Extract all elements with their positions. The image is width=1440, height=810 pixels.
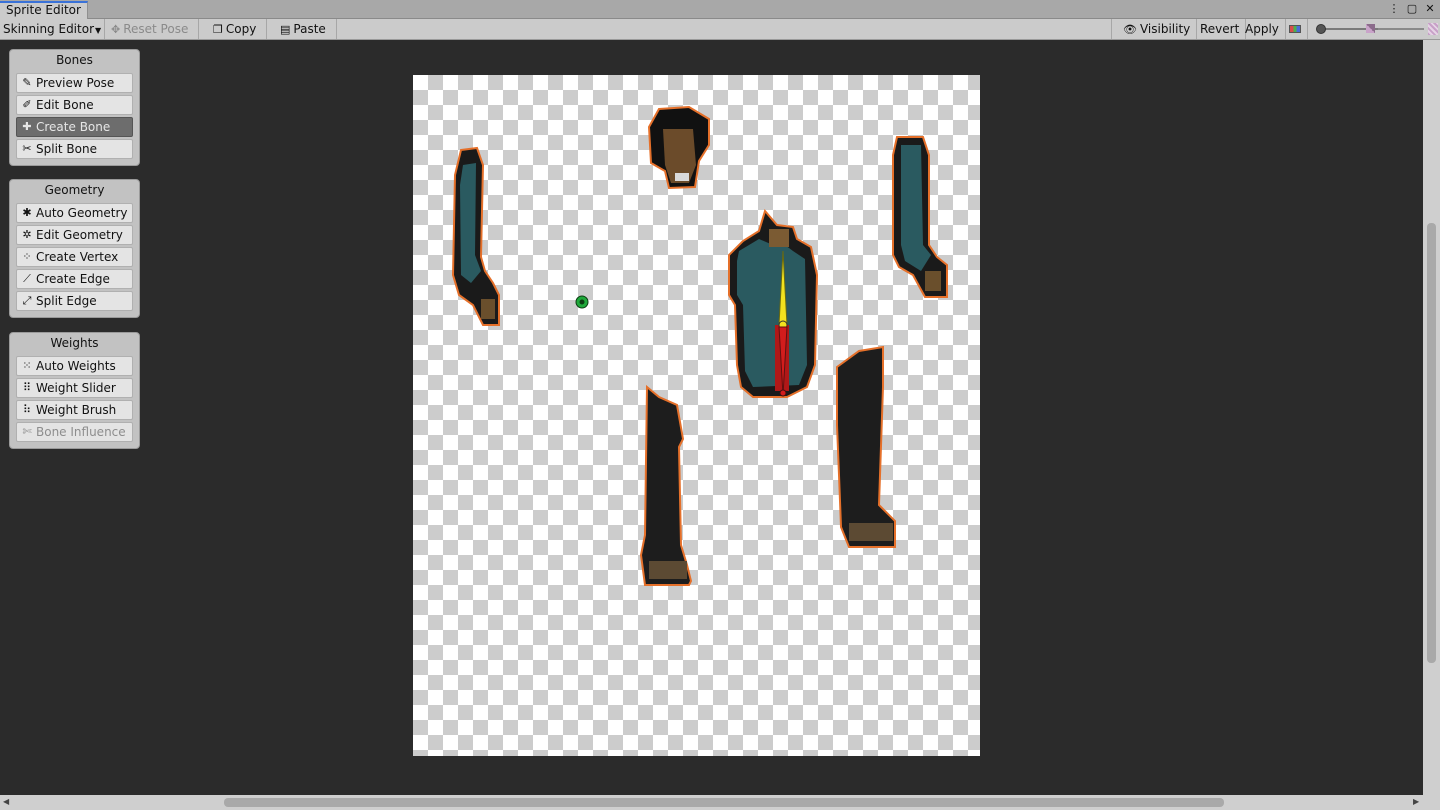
vertical-scrollbar-thumb[interactable] [1427,223,1436,663]
preview-pose-label: Preview Pose [36,76,115,90]
bone-influence-icon: ✄ [22,425,32,438]
horizontal-scrollbar[interactable]: ◀ ▶ [0,795,1440,810]
close-icon[interactable]: ✕ [1424,2,1436,16]
preview-pose-button[interactable]: ✎ Preview Pose [16,73,133,93]
edit-geometry-icon: ✲ [22,228,32,241]
mip-level-icon [1366,24,1375,33]
weights-panel: Weights ⁙ Auto Weights ⠿ Weight Slider ⠷ We… [9,332,140,449]
apply-button[interactable]: Apply [1239,19,1286,39]
mode-label: Skinning Editor [3,22,94,36]
paste-icon: ▤ [280,23,291,36]
preview-pose-icon: ✎ [22,76,32,89]
auto-geometry-label: Auto Geometry [36,206,128,220]
sprite-left-leg[interactable] [639,384,693,586]
split-bone-button[interactable]: ✂ Split Bone [16,139,133,159]
split-edge-icon: ⤢ [22,294,32,307]
edit-bone-button[interactable]: ✐ Edit Bone [16,95,133,115]
weights-panel-title: Weights [50,336,99,350]
weight-brush-button[interactable]: ⠷ Weight Brush [16,400,133,420]
mip-level-slider[interactable] [1378,28,1424,30]
geometry-panel-title: Geometry [44,183,105,197]
bone-influence-button[interactable]: ✄ Bone Influence [16,422,133,442]
edit-geometry-label: Edit Geometry [36,228,123,242]
sprite-sheet[interactable] [413,75,980,756]
auto-weights-icon: ⁙ [22,359,32,372]
alpha-checker-icon[interactable] [1428,23,1438,35]
create-bone-label: Create Bone [36,120,111,134]
edit-geometry-button[interactable]: ✲ Edit Geometry [16,225,133,245]
bone-pose-icon: ✥ [111,23,121,36]
split-edge-button[interactable]: ⤢ Split Edge [16,291,133,311]
sprite-canvas[interactable] [413,75,980,756]
zoom-slider-thumb[interactable] [1316,24,1326,34]
split-bone-icon: ✂ [22,142,32,155]
visibility-label: Visibility [1139,22,1191,36]
reset-pose-label: Reset Pose [123,22,189,36]
chevron-down-icon: ▼ [95,26,102,35]
bone-influence-label: Bone Influence [36,425,126,439]
weight-brush-icon: ⠷ [22,403,32,416]
copy-icon: ❐ [213,23,223,36]
sprite-head[interactable] [647,105,710,190]
split-bone-label: Split Bone [36,142,97,156]
reset-pose-button[interactable]: ✥ Reset Pose [104,19,200,39]
auto-weights-label: Auto Weights [36,359,116,373]
create-vertex-button[interactable]: ⁘ Create Vertex [16,247,133,267]
scroll-right-icon[interactable]: ▶ [1413,797,1419,807]
window-controls: ⋮ ▢ ✕ [1388,2,1436,16]
mode-dropdown[interactable]: Skinning Editor▼ [0,19,106,39]
color-channels-icon [1289,25,1301,33]
weight-slider-label: Weight Slider [36,381,116,395]
copy-button[interactable]: ❐ Copy [207,19,268,39]
scroll-left-icon[interactable]: ◀ [3,797,9,807]
auto-geometry-icon: ✱ [22,206,32,219]
edit-bone-label: Edit Bone [36,98,94,112]
auto-geometry-button[interactable]: ✱ Auto Geometry [16,203,133,223]
horizontal-scrollbar-thumb[interactable] [224,798,1224,807]
weight-brush-label: Weight Brush [36,403,117,417]
editor-toolbar: Skinning Editor▼ ✥ Reset Pose ❐ Copy ▤ Past… [0,19,1440,40]
sprite-torso[interactable] [728,208,819,398]
sprite-right-arm[interactable] [892,136,948,298]
paste-label: Paste [293,22,326,36]
apply-label: Apply [1245,22,1279,36]
revert-label: Revert [1200,22,1240,36]
child-bone-joint[interactable] [779,389,787,397]
copy-label: Copy [225,22,257,36]
sprite-right-leg[interactable] [836,345,896,548]
window-title-bar: Sprite Editor ⋮ ▢ ✕ [0,0,1440,20]
create-edge-button[interactable]: ⟋ Create Edge [16,269,133,289]
geometry-panel: Geometry ✱ Auto Geometry ✲ Edit Geometry ⁘… [9,179,140,318]
maximize-icon[interactable]: ▢ [1406,2,1418,16]
edit-bone-icon: ✐ [22,98,32,111]
create-edge-label: Create Edge [36,272,110,286]
color-channel-toggle[interactable] [1282,19,1308,39]
eye-icon: 👁 [1123,23,1137,36]
split-edge-label: Split Edge [36,294,97,308]
create-vertex-label: Create Vertex [36,250,119,264]
pivot-handle[interactable] [575,295,589,309]
create-bone-icon: ✚ [22,120,32,133]
create-edge-icon: ⟋ [23,272,31,285]
bones-panel: Bones ✎ Preview Pose ✐ Edit Bone ✚ Create B… [9,49,140,166]
weight-slider-icon: ⠿ [22,381,32,394]
sprite-left-arm[interactable] [451,146,500,326]
auto-weights-button[interactable]: ⁙ Auto Weights [16,356,133,376]
create-vertex-icon: ⁘ [22,250,32,263]
vertical-scrollbar[interactable] [1423,40,1440,795]
create-bone-button[interactable]: ✚ Create Bone [16,117,133,137]
bones-panel-title: Bones [56,53,93,67]
visibility-button[interactable]: 👁 Visibility [1111,19,1198,39]
paste-button[interactable]: ▤ Paste [274,19,337,39]
more-options-icon[interactable]: ⋮ [1388,2,1400,16]
weight-slider-button[interactable]: ⠿ Weight Slider [16,378,133,398]
window-tab[interactable]: Sprite Editor [0,1,88,20]
